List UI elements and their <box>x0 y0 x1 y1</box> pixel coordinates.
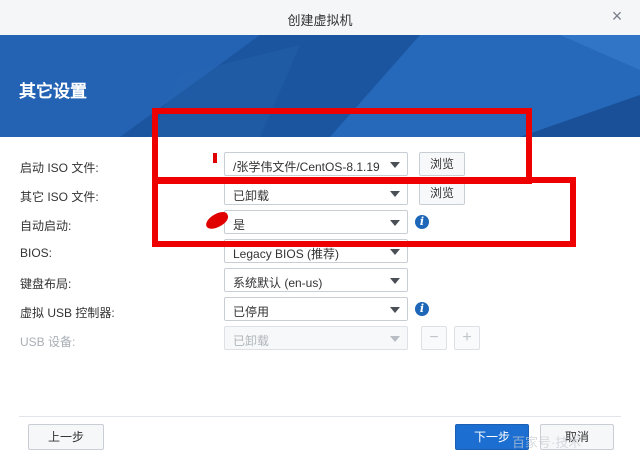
keyboard-label: 键盘布局: <box>20 277 72 291</box>
chevron-down-icon <box>390 307 400 313</box>
info-icon[interactable]: i <box>415 302 429 316</box>
usb-device-value: 已卸载 <box>233 334 270 348</box>
keyboard-select[interactable]: 系统默认 (en-us) <box>224 268 408 292</box>
autostart-label: 自动启动: <box>20 219 72 233</box>
other-iso-label: 其它 ISO 文件: <box>20 190 99 204</box>
keyboard-value: 系统默认 (en-us) <box>233 276 323 290</box>
row-usb-controller: 虚拟 USB 控制器: 已停用 i <box>0 297 640 323</box>
row-usb-device: USB 设备: 已卸载 − + <box>0 326 640 352</box>
watermark: 百家号·技术 <box>512 435 582 450</box>
usb-controller-label: 虚拟 USB 控制器: <box>20 306 115 320</box>
annotation-box-bottom <box>152 177 576 247</box>
window-title: 创建虚拟机 <box>287 13 353 28</box>
usb-device-select: 已卸载 <box>224 326 408 350</box>
page-heading: 其它设置 <box>19 82 87 101</box>
chevron-down-icon <box>390 249 400 255</box>
close-icon[interactable]: × <box>608 7 626 25</box>
chevron-down-icon <box>390 336 400 342</box>
usb-controller-value: 已停用 <box>233 305 270 319</box>
bios-value: Legacy BIOS (推荐) <box>233 247 340 261</box>
usb-device-label: USB 设备: <box>20 335 76 349</box>
annotation-box-top <box>152 108 532 184</box>
annotation-mark <box>213 153 217 163</box>
footer-divider <box>19 416 621 417</box>
bios-label: BIOS: <box>20 246 53 260</box>
row-keyboard: 键盘布局: 系统默认 (en-us) <box>0 268 640 294</box>
prev-button[interactable]: 上一步 <box>28 424 104 450</box>
usb-add-button: + <box>454 326 480 350</box>
chevron-down-icon <box>390 278 400 284</box>
title-bar: 创建虚拟机 × <box>0 0 640 36</box>
usb-remove-button: − <box>421 326 447 350</box>
usb-controller-select[interactable]: 已停用 <box>224 297 408 321</box>
boot-iso-label: 启动 ISO 文件: <box>20 161 99 175</box>
